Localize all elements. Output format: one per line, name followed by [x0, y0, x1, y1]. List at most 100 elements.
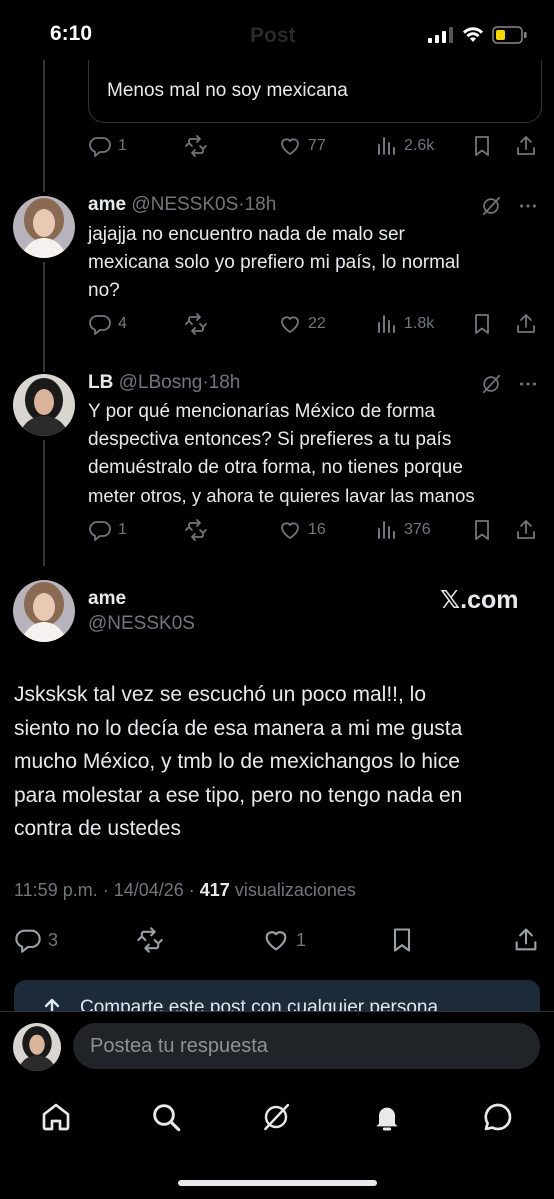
thread-line [43, 60, 45, 192]
like-count: 22 [308, 315, 326, 332]
views-button[interactable]: 376 [374, 518, 431, 542]
display-name[interactable]: ame [88, 588, 126, 610]
signal-icon [428, 27, 453, 43]
post-text: Y por qué mencionarías México de forma d… [88, 398, 544, 510]
share-icon [514, 312, 538, 336]
bookmark-button[interactable] [470, 312, 494, 336]
bookmark-icon [470, 134, 494, 158]
heart-icon [262, 926, 290, 954]
views-count: 1.8k [404, 315, 435, 332]
like-button[interactable]: 1 [262, 926, 306, 954]
more-icon[interactable] [517, 373, 539, 395]
share-icon [514, 518, 538, 542]
reply-input[interactable]: Postea tu respuesta [73, 1023, 540, 1069]
repost-button[interactable] [184, 312, 208, 336]
post-text-line: siento no lo decía de esa manera a mi me… [14, 716, 463, 740]
share-icon [512, 926, 540, 954]
notifications-icon[interactable] [371, 1101, 403, 1133]
avatar[interactable] [13, 374, 75, 436]
views-button[interactable]: 1.8k [374, 312, 434, 336]
post-time: ·18h [238, 194, 277, 215]
bookmark-icon [388, 926, 416, 954]
like-count: 1 [296, 929, 307, 950]
avatar[interactable] [13, 196, 75, 258]
grok-icon[interactable] [480, 373, 502, 395]
grok-icon[interactable] [260, 1101, 292, 1133]
heart-icon [278, 312, 302, 336]
bookmark-icon [470, 518, 494, 542]
user-handle[interactable]: @NESSK0S [88, 613, 195, 635]
battery-icon [492, 26, 527, 44]
avatar[interactable] [13, 580, 75, 642]
repost-button[interactable] [184, 134, 208, 158]
more-icon[interactable] [517, 195, 539, 217]
messages-icon[interactable] [482, 1101, 514, 1133]
grok-icon[interactable] [480, 195, 502, 217]
post-text-line: despectiva entonces? Si prefieres a tu p… [88, 429, 452, 450]
post-text-line: mexicana solo yo prefiero mi país, lo no… [88, 252, 460, 273]
display-name[interactable]: LB [88, 372, 113, 393]
share-button[interactable] [514, 518, 538, 542]
like-button[interactable]: 77 [278, 134, 326, 158]
thread-line [43, 440, 45, 566]
reply-icon [88, 134, 112, 158]
reply-button[interactable]: 3 [14, 926, 58, 954]
views-label: visualizaciones [229, 880, 356, 900]
share-button[interactable] [512, 926, 540, 954]
bookmark-button[interactable] [470, 134, 494, 158]
search-icon[interactable] [150, 1101, 182, 1133]
bookmark-button[interactable] [388, 926, 416, 954]
thread-line [43, 262, 45, 372]
reply-count: 1 [118, 137, 127, 154]
post-time: ·18h [202, 372, 241, 393]
post-text-line: jajajja no encuentro nada de malo ser [88, 224, 405, 245]
user-handle[interactable]: @NESSK0S [131, 194, 238, 215]
home-indicator [178, 1180, 377, 1186]
reply-button[interactable]: 4 [88, 312, 127, 336]
avatar[interactable] [13, 1023, 61, 1071]
post-text-line: contra de ustedes [14, 817, 181, 840]
like-count: 77 [308, 137, 326, 154]
post-text: jajajja no encuentro nada de malo ser me… [88, 221, 538, 305]
repost-icon [136, 926, 164, 954]
repost-button[interactable] [184, 518, 208, 542]
action-bar: 1 77 2.6k [88, 134, 540, 160]
tweet-header: LB @LBosng·18h [88, 372, 240, 394]
views-icon [374, 312, 398, 336]
reply-icon [88, 518, 112, 542]
share-button[interactable] [514, 134, 538, 158]
reply-icon [88, 312, 112, 336]
post-text-line: Y por qué mencionarías México de forma [88, 401, 436, 422]
like-button[interactable]: 22 [278, 312, 326, 336]
page-title: Post [250, 24, 296, 47]
post-meta: 11:59 p.m. · 14/04/26 · 417 visualizacio… [14, 880, 356, 901]
views-count: 417 [199, 880, 230, 900]
reply-button[interactable]: 1 [88, 134, 127, 158]
reply-composer: Postea tu respuesta [0, 1011, 554, 1082]
display-name[interactable]: ame [88, 194, 126, 215]
views-count: 2.6k [404, 137, 435, 154]
share-icon [514, 134, 538, 158]
post-text-line: no? [88, 280, 120, 301]
repost-icon [184, 134, 208, 158]
quoted-post[interactable]: Menos mal no soy mexicana [88, 60, 542, 123]
views-button[interactable]: 2.6k [374, 134, 434, 158]
quoted-post-text: Menos mal no soy mexicana [107, 80, 348, 101]
views-icon [374, 518, 398, 542]
home-icon[interactable] [40, 1101, 72, 1133]
bookmark-icon [470, 312, 494, 336]
views-count: 376 [404, 521, 431, 538]
post-text: Jsksksk tal vez se escuchó un poco mal!!… [14, 678, 534, 846]
reply-button[interactable]: 1 [88, 518, 127, 542]
like-button[interactable]: 16 [278, 518, 326, 542]
repost-button[interactable] [136, 926, 164, 954]
reply-placeholder: Postea tu respuesta [90, 1035, 268, 1057]
main-action-bar: 3 1 [14, 926, 540, 956]
repost-icon [184, 312, 208, 336]
post-text-line: para molestar a ese tipo, pero no tengo … [14, 783, 463, 807]
post-text-line: Jsksksk tal vez se escuchó un poco mal!!… [14, 683, 427, 706]
heart-icon [278, 518, 302, 542]
user-handle[interactable]: @LBosng [119, 372, 203, 393]
bookmark-button[interactable] [470, 518, 494, 542]
share-button[interactable] [514, 312, 538, 336]
